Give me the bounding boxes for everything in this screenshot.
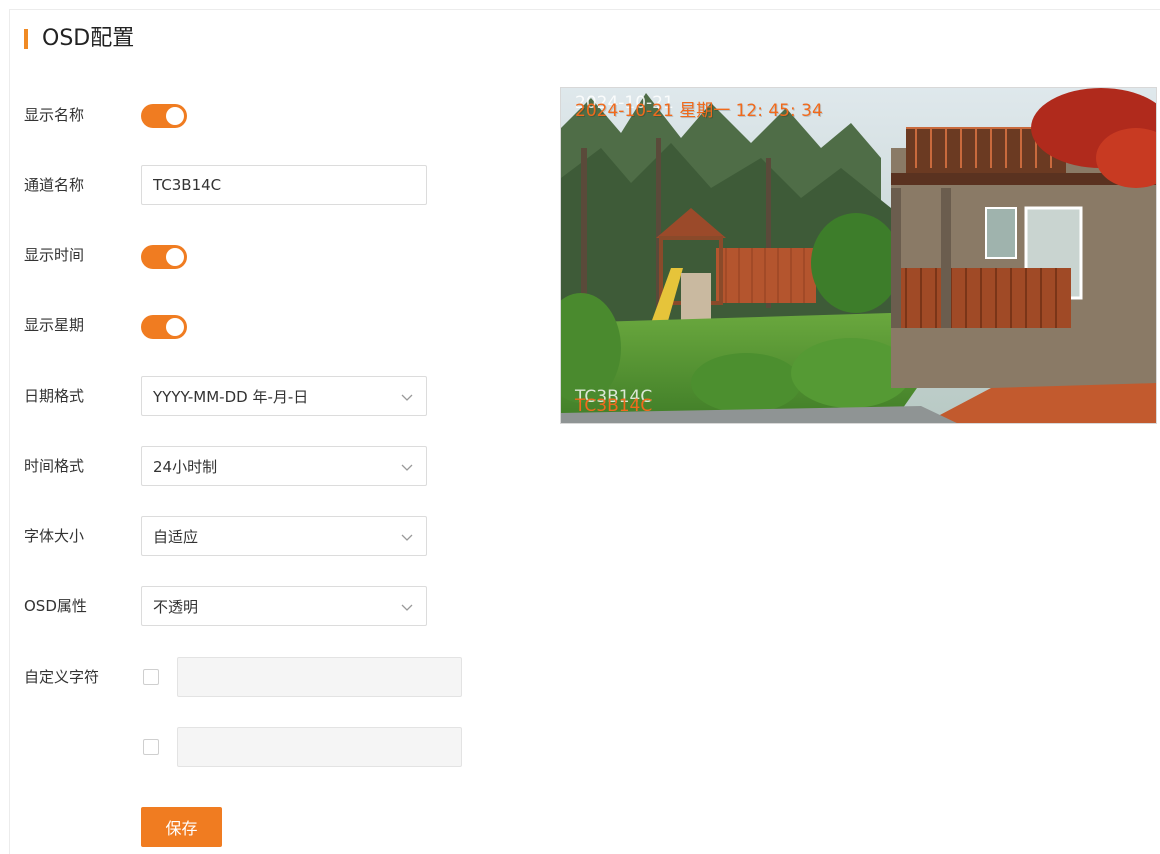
custom-char-1-input[interactable]: [177, 657, 462, 697]
date-format-select[interactable]: YYYY-MM-DD 年-月-日: [141, 376, 427, 416]
date-format-label: 日期格式: [24, 387, 85, 405]
top-divider: [10, 9, 1160, 10]
toggle-knob: [166, 107, 184, 125]
osd-name-text: TC3B14C: [575, 396, 653, 416]
time-format-value: 24小时制: [153, 458, 218, 476]
show-name-toggle[interactable]: [141, 104, 187, 128]
custom-chars-label: 自定义字符: [24, 668, 100, 686]
left-divider: [9, 9, 10, 854]
font-size-label: 字体大小: [24, 527, 85, 545]
page-title: OSD配置: [42, 26, 135, 51]
toggle-knob: [166, 248, 184, 266]
date-format-value: YYYY-MM-DD 年-月-日: [153, 388, 309, 406]
font-size-select[interactable]: 自适应: [141, 516, 427, 556]
custom-char-1-checkbox[interactable]: [143, 669, 159, 685]
chevron-down-icon: [401, 534, 413, 541]
title-accent-bar: [24, 29, 28, 49]
osd-attribute-value: 不透明: [153, 598, 199, 616]
custom-char-2-checkbox[interactable]: [143, 739, 159, 755]
save-button[interactable]: 保存: [141, 807, 222, 847]
toggle-knob: [166, 318, 184, 336]
chevron-down-icon: [401, 394, 413, 401]
show-name-label: 显示名称: [24, 106, 85, 124]
custom-char-2-input[interactable]: [177, 727, 462, 767]
font-size-value: 自适应: [153, 528, 199, 546]
channel-name-input[interactable]: [141, 165, 427, 205]
show-weekday-label: 显示星期: [24, 316, 85, 334]
show-time-label: 显示时间: [24, 246, 85, 264]
time-format-select[interactable]: 24小时制: [141, 446, 427, 486]
show-weekday-toggle[interactable]: [141, 315, 187, 339]
chevron-down-icon: [401, 464, 413, 471]
chevron-down-icon: [401, 604, 413, 611]
channel-name-label: 通道名称: [24, 176, 85, 194]
time-format-label: 时间格式: [24, 457, 85, 475]
show-time-toggle[interactable]: [141, 245, 187, 269]
osd-attribute-label: OSD属性: [24, 597, 87, 615]
osd-attribute-select[interactable]: 不透明: [141, 586, 427, 626]
osd-time-text: 2024-10-21 星期一 12: 45: 34: [575, 101, 823, 121]
preview-scene-image: [561, 88, 1156, 423]
camera-preview: 2024-10-21 2024-10-21 星期一 12: 45: 34 TC3…: [560, 87, 1157, 424]
